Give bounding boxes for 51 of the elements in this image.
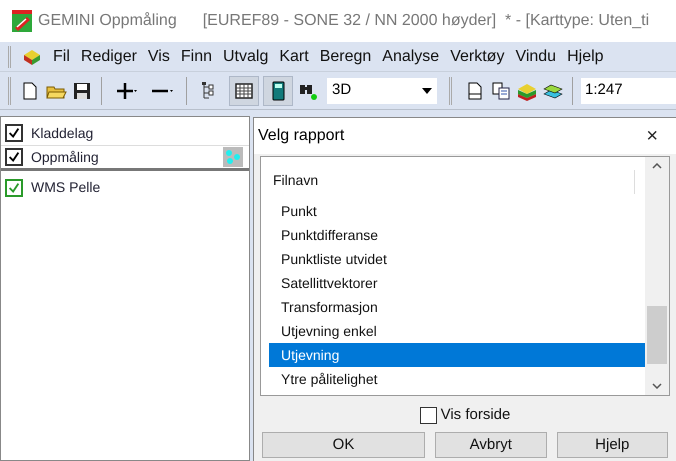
layer-checkbox[interactable] <box>5 148 23 166</box>
points-icon <box>223 147 243 167</box>
layer-checkbox[interactable] <box>5 178 23 196</box>
layer-name: Kladdelag <box>31 124 94 143</box>
app-title: GEMINI Oppmåling <box>38 11 177 31</box>
layer-row[interactable]: WMS Pelle <box>1 175 249 200</box>
menu-item[interactable]: Rediger <box>80 44 137 68</box>
dropdown-arrow-icon <box>422 88 432 94</box>
scroll-thumb[interactable] <box>647 306 667 364</box>
report-item[interactable]: Punktliste utvidet <box>269 247 645 271</box>
menu-item[interactable]: Fil <box>53 44 70 68</box>
cover-checkbox[interactable] <box>420 406 437 424</box>
report-item[interactable]: Ytre pålitelighet <box>269 367 645 391</box>
report-item[interactable]: Utjevning <box>269 343 645 367</box>
checkmark-icon <box>7 180 21 194</box>
scroll-down-icon[interactable] <box>652 383 662 389</box>
menu-item[interactable]: Beregn <box>320 44 372 68</box>
copy-icon[interactable] <box>490 80 512 102</box>
list-header: Filnavn <box>261 170 635 194</box>
layer-row[interactable]: Oppmåling <box>1 146 249 171</box>
scrollbar[interactable] <box>645 157 669 395</box>
report-item[interactable]: Punktdifferanse <box>269 223 645 247</box>
layer-name: WMS Pelle <box>31 178 102 197</box>
menu-item[interactable]: Hjelp <box>567 44 604 68</box>
layer-checkbox[interactable] <box>5 124 23 142</box>
document-title: [EUREF89 - SONE 32 / NN 2000 høyder] * - [Karttype: Uten_ti <box>202 11 650 31</box>
view-dropdown[interactable]: 3D <box>327 78 437 104</box>
report-item[interactable]: Transformasjon <box>269 295 645 319</box>
scale-field[interactable]: 1:247 <box>581 78 676 104</box>
menu-item[interactable]: Kart <box>279 44 309 68</box>
close-button[interactable]: × <box>646 121 658 151</box>
menu-item[interactable]: Vis <box>148 44 170 68</box>
report-item[interactable]: Punkt <box>269 199 645 223</box>
menu-item[interactable]: Verktøy <box>450 44 504 68</box>
menu-item[interactable]: Analyse <box>382 44 440 68</box>
menu-item[interactable]: Finn <box>180 44 212 68</box>
layer-name: Oppmåling <box>31 148 100 167</box>
dialog-button[interactable]: Hjelp <box>556 432 668 458</box>
menu-item[interactable]: Utvalg <box>222 44 268 68</box>
app-logo-icon <box>12 10 32 32</box>
report-item[interactable]: Satellittvektorer <box>269 271 645 295</box>
scroll-up-icon[interactable] <box>652 163 662 169</box>
dialog-button[interactable]: Avbryt <box>435 432 546 458</box>
dialog-button[interactable]: OK <box>262 432 425 458</box>
checkmark-icon <box>7 150 21 164</box>
menu-item[interactable]: Vindu <box>515 44 556 68</box>
checkmark-icon <box>7 126 21 140</box>
dialog-title: Velg rapport <box>258 126 344 146</box>
layer-row[interactable]: Kladdelag <box>1 121 249 146</box>
report-item[interactable]: Utjevning enkel <box>269 319 645 343</box>
checkbox-label: Vis forside <box>440 404 510 425</box>
